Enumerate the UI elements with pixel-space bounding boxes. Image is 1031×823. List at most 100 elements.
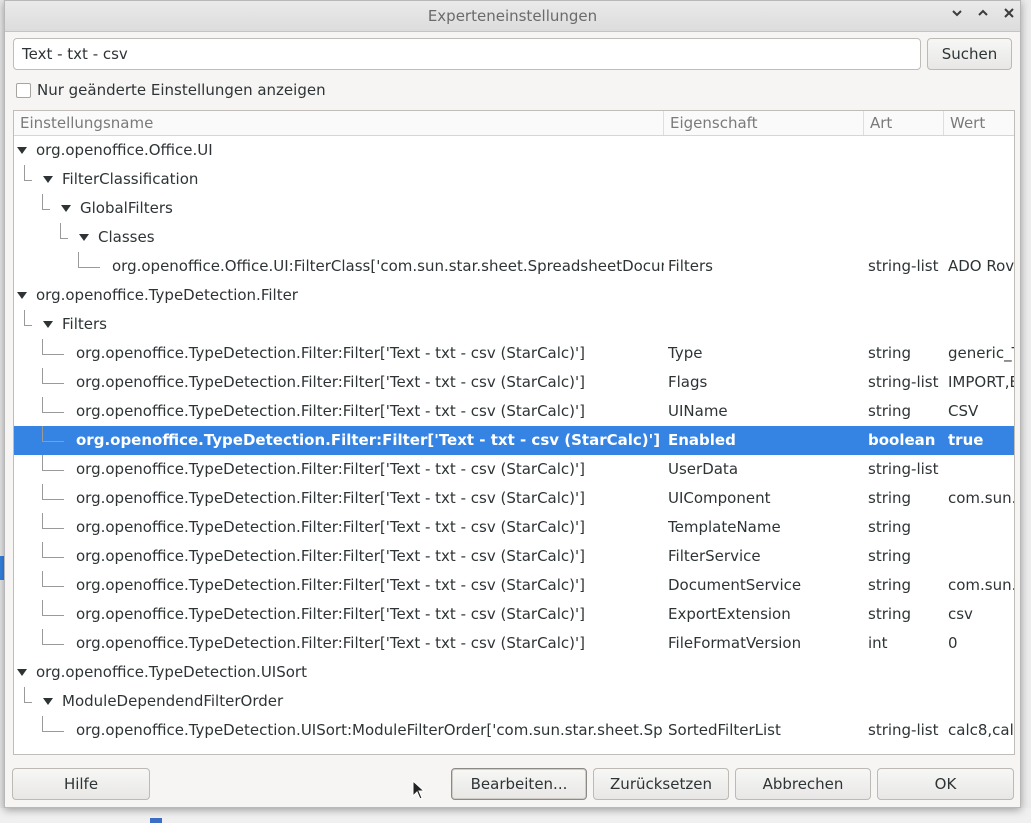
tree-row[interactable]: org.openoffice.TypeDetection.Filter:Filt… bbox=[14, 339, 1014, 368]
value-cell: IMPORT,E bbox=[948, 373, 1014, 391]
setting-name: org.openoffice.TypeDetection.Filter:Filt… bbox=[76, 431, 661, 449]
value-cell bbox=[948, 455, 1014, 484]
tree-row[interactable]: org.openoffice.TypeDetection.Filter:Filt… bbox=[14, 397, 1014, 426]
tree-row[interactable]: org.openoffice.TypeDetection.Filter:Filt… bbox=[14, 513, 1014, 542]
tree-row[interactable]: GlobalFilters bbox=[14, 194, 1014, 223]
tree-rows: org.openoffice.Office.UI FilterClassifica… bbox=[14, 136, 1014, 745]
property-cell: TemplateName bbox=[668, 518, 781, 536]
reset-button[interactable]: Zurücksetzen bbox=[593, 768, 729, 800]
chevron-up-icon[interactable] bbox=[972, 5, 994, 27]
edit-button[interactable]: Bearbeiten... bbox=[451, 768, 587, 800]
help-button[interactable]: Hilfe bbox=[12, 768, 150, 800]
tree-row[interactable]: org.openoffice.TypeDetection.UISort bbox=[14, 658, 1014, 687]
tree-row[interactable]: org.openoffice.TypeDetection.Filter:Filt… bbox=[14, 600, 1014, 629]
tree-connector bbox=[60, 223, 61, 238]
tree-connector bbox=[24, 180, 32, 181]
type-cell bbox=[868, 658, 944, 687]
ok-button[interactable]: OK bbox=[877, 768, 1014, 800]
tree-connector bbox=[42, 354, 64, 355]
type-cell: string-list bbox=[868, 721, 939, 739]
setting-name: org.openoffice.TypeDetection.Filter bbox=[36, 286, 298, 304]
tree-connector bbox=[42, 412, 64, 413]
value-cell bbox=[948, 223, 1014, 252]
tree-connector bbox=[42, 499, 64, 500]
value-cell: csv bbox=[948, 605, 973, 623]
tree-row[interactable]: org.openoffice.TypeDetection.Filter:Filt… bbox=[14, 455, 1014, 484]
tree-row[interactable]: FilterClassification bbox=[14, 165, 1014, 194]
tree-row[interactable]: Classes bbox=[14, 223, 1014, 252]
tree-row[interactable]: org.openoffice.TypeDetection.Filter:Filt… bbox=[14, 484, 1014, 513]
tree-connector bbox=[24, 702, 32, 703]
type-cell: string bbox=[868, 402, 912, 420]
tree-row[interactable]: Filters bbox=[14, 310, 1014, 339]
setting-name: org.openoffice.TypeDetection.Filter:Filt… bbox=[76, 634, 585, 652]
tree-connector bbox=[24, 165, 25, 180]
property-cell: FileFormatVersion bbox=[668, 634, 802, 652]
property-cell bbox=[668, 136, 863, 165]
value-cell: ADO Rov bbox=[948, 257, 1014, 275]
type-cell: string bbox=[868, 518, 912, 536]
property-cell: DocumentService bbox=[668, 576, 802, 594]
search-input[interactable]: Text - txt - csv bbox=[13, 38, 921, 70]
tree-row[interactable]: org.openoffice.TypeDetection.UISort:Modu… bbox=[14, 716, 1014, 745]
expander-triangle-icon[interactable] bbox=[61, 205, 71, 212]
tree-row[interactable]: org.openoffice.Office.UI:FilterClass['co… bbox=[14, 252, 1014, 281]
tree-row[interactable]: org.openoffice.TypeDetection.Filter:Filt… bbox=[14, 542, 1014, 571]
tree-connector bbox=[24, 687, 25, 702]
tree-row[interactable]: ModuleDependendFilterOrder bbox=[14, 687, 1014, 716]
close-icon[interactable] bbox=[998, 5, 1020, 27]
column-header-name[interactable]: Einstellungsname bbox=[14, 111, 664, 135]
property-cell: FilterService bbox=[668, 547, 761, 565]
column-header-value[interactable]: Wert bbox=[944, 111, 1014, 135]
tree-connector bbox=[42, 194, 43, 209]
value-cell bbox=[948, 513, 1014, 542]
property-cell: UIComponent bbox=[668, 489, 771, 507]
tree-row[interactable]: org.openoffice.TypeDetection.Filter bbox=[14, 281, 1014, 310]
setting-name: org.openoffice.TypeDetection.Filter:Filt… bbox=[76, 605, 585, 623]
cancel-button[interactable]: Abbrechen bbox=[735, 768, 871, 800]
property-cell: Filters bbox=[668, 257, 713, 275]
tree-row[interactable]: org.openoffice.TypeDetection.Filter:Filt… bbox=[14, 368, 1014, 397]
tree-row[interactable]: org.openoffice.Office.UI bbox=[14, 136, 1014, 165]
column-header-property[interactable]: Eigenschaft bbox=[664, 111, 864, 135]
value-cell bbox=[948, 658, 1014, 687]
tree-row[interactable]: org.openoffice.TypeDetection.Filter:Filt… bbox=[14, 426, 1014, 455]
column-header-type[interactable]: Art bbox=[864, 111, 944, 135]
type-cell bbox=[868, 194, 944, 223]
tree-connector bbox=[24, 310, 25, 325]
type-cell: string-list bbox=[868, 257, 939, 275]
expander-triangle-icon[interactable] bbox=[43, 698, 53, 705]
expander-triangle-icon[interactable] bbox=[79, 234, 89, 241]
property-cell bbox=[668, 223, 863, 252]
setting-name: org.openoffice.TypeDetection.UISort bbox=[36, 663, 307, 681]
chevron-down-icon[interactable] bbox=[946, 5, 968, 27]
title-bar[interactable]: Experteneinstellungen bbox=[5, 1, 1020, 32]
property-cell bbox=[668, 658, 863, 687]
expander-triangle-icon[interactable] bbox=[43, 321, 53, 328]
tree-row[interactable]: org.openoffice.TypeDetection.Filter:Filt… bbox=[14, 571, 1014, 600]
tree-connector bbox=[42, 615, 64, 616]
property-cell bbox=[668, 687, 863, 716]
tree-connector bbox=[42, 426, 43, 441]
search-button[interactable]: Suchen bbox=[927, 38, 1012, 70]
type-cell bbox=[868, 136, 944, 165]
tree-connector bbox=[42, 600, 43, 615]
setting-name: org.openoffice.TypeDetection.Filter:Filt… bbox=[76, 460, 585, 478]
tree-row[interactable]: org.openoffice.TypeDetection.Filter:Filt… bbox=[14, 629, 1014, 658]
settings-tree[interactable]: Einstellungsname Eigenschaft Art Wert or… bbox=[13, 110, 1015, 755]
dialog-title: Experteneinstellungen bbox=[427, 7, 598, 25]
tree-connector bbox=[60, 238, 68, 239]
value-cell bbox=[948, 542, 1014, 571]
expander-triangle-icon[interactable] bbox=[17, 147, 27, 154]
value-cell: CSV bbox=[948, 402, 979, 420]
value-cell bbox=[948, 165, 1014, 194]
type-cell bbox=[868, 310, 944, 339]
tree-connector bbox=[42, 586, 64, 587]
only-changed-checkbox[interactable] bbox=[16, 83, 31, 98]
expander-triangle-icon[interactable] bbox=[43, 176, 53, 183]
property-cell bbox=[668, 281, 863, 310]
value-cell bbox=[948, 281, 1014, 310]
value-cell bbox=[948, 310, 1014, 339]
expander-triangle-icon[interactable] bbox=[17, 292, 27, 299]
expander-triangle-icon[interactable] bbox=[17, 669, 27, 676]
